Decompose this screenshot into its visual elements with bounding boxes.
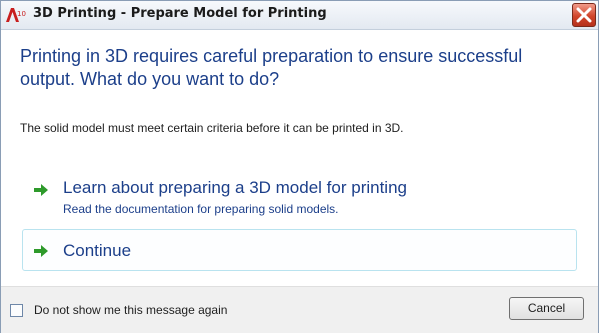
- autocad-a-icon: 10: [5, 7, 27, 23]
- window-title: 3D Printing - Prepare Model for Printing: [33, 6, 327, 21]
- command-link-title: Learn about preparing a 3D model for pri…: [63, 178, 407, 197]
- checkbox-label: Do not show me this message again: [34, 303, 228, 317]
- command-link-description: Read the documentation for preparing sol…: [63, 202, 339, 216]
- green-arrow-icon: [33, 183, 49, 197]
- cancel-button[interactable]: Cancel: [509, 297, 584, 320]
- dialog-footer: Do not show me this message again Cancel: [1, 286, 598, 333]
- main-instruction: Printing in 3D requires careful preparat…: [20, 46, 523, 89]
- command-link-title: Continue: [63, 241, 132, 260]
- content-text: The solid model must meet certain criter…: [20, 121, 404, 135]
- dialog-window: 10 3D Printing - Prepare Model for Print…: [0, 0, 599, 333]
- close-button[interactable]: [572, 3, 596, 27]
- close-icon: [576, 7, 592, 23]
- continue-link[interactable]: Continue: [22, 229, 577, 271]
- do-not-show-checkbox[interactable]: [10, 304, 23, 317]
- learn-about-printing-link[interactable]: Learn about preparing a 3D model for pri…: [22, 169, 577, 221]
- svg-text:10: 10: [17, 10, 26, 18]
- green-arrow-icon: [33, 244, 49, 258]
- title-bar: 10 3D Printing - Prepare Model for Print…: [1, 1, 598, 30]
